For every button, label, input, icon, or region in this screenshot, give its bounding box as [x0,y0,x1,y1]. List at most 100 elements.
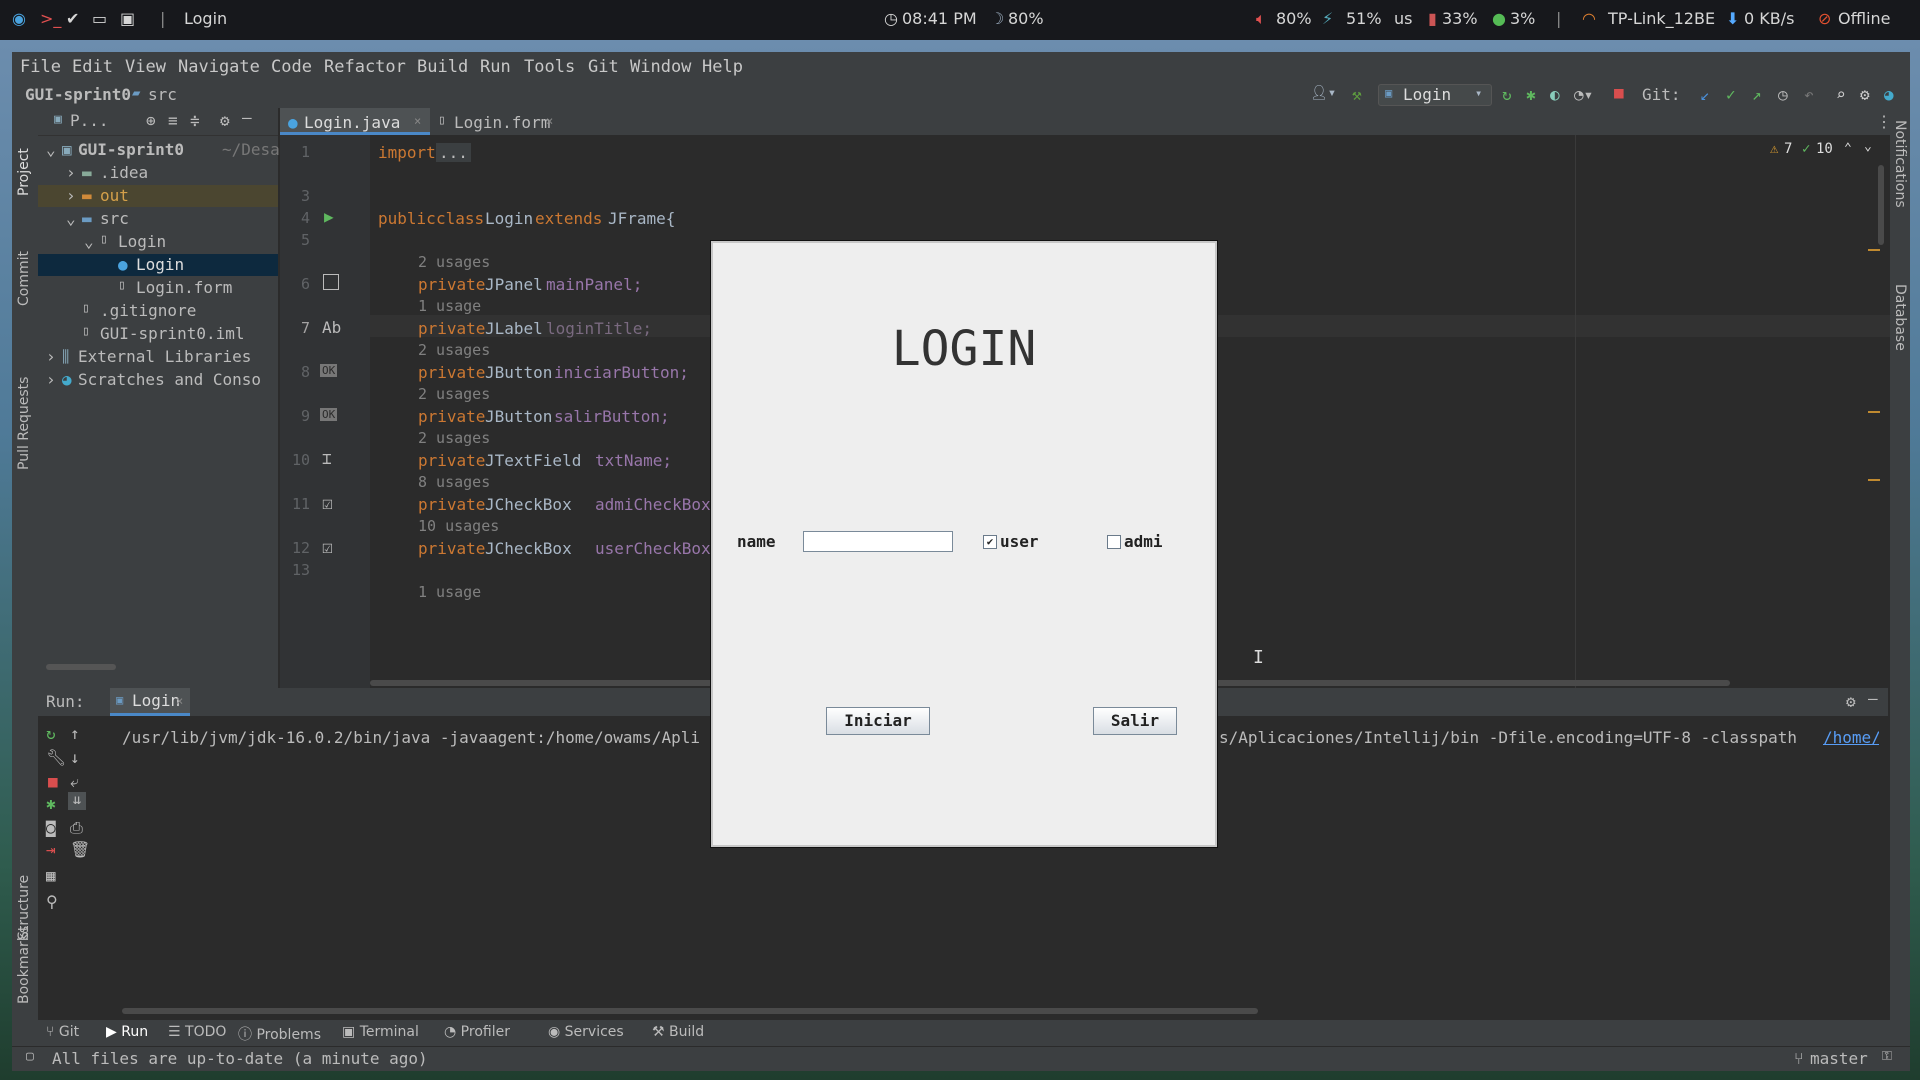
tool-tab-project[interactable]: Project [16,148,32,196]
button-icon[interactable]: OK [320,408,338,421]
history-icon[interactable]: ◷ [1778,85,1788,104]
user-checkbox-label[interactable]: user [1000,532,1039,551]
layout-icon[interactable]: ▦ [46,866,56,885]
minimize-icon[interactable]: — [242,108,252,127]
minimize-icon[interactable]: — [1868,689,1878,708]
tree-item-external-libraries[interactable]: External Libraries [78,347,251,366]
more-icon[interactable]: ⋮ [1876,112,1892,131]
admin-checkbox-label[interactable]: admi [1124,532,1163,551]
tool-tab-git[interactable]: ⑂ Git [46,1024,79,1040]
vertical-scrollbar[interactable] [1878,165,1884,245]
coverage-icon[interactable]: ◐ [1550,85,1560,104]
menu-navigate[interactable]: Navigate [178,57,260,77]
usages-hint[interactable]: 8 usages [418,473,490,491]
chevron-right-icon[interactable]: › [66,186,76,205]
menu-window[interactable]: Window [630,57,691,77]
code-import-fold[interactable]: ... [436,143,471,162]
profile-icon[interactable]: ◔▾ [1574,85,1593,104]
status-icon[interactable]: ▢ [26,1049,34,1064]
inspection-widget[interactable]: ⚠ 7 ✓ 10 ⌃ ⌄ [1770,139,1880,159]
rollback-icon[interactable]: ↶ [1804,85,1814,104]
expand-all-icon[interactable]: ≡ [168,111,178,130]
debug-icon[interactable]: ✱ [46,794,56,813]
print-icon[interactable]: ⎙ [70,818,83,838]
locate-icon[interactable]: ⊕ [146,111,156,130]
tool-tab-notifications[interactable]: Notifications [1892,120,1908,208]
chevron-up-icon[interactable]: ⌃ [1844,141,1852,156]
close-icon[interactable]: × [176,694,183,708]
tool-tab-build[interactable]: ⚒ Build [652,1024,704,1040]
window-icon[interactable]: ▣ [120,9,135,28]
scroll-to-end-icon[interactable]: ⇊ [68,792,86,810]
soft-wrap-icon[interactable]: ⤶ [70,772,79,792]
menu-help[interactable]: Help [702,57,743,77]
button-icon[interactable]: OK [320,364,338,377]
menu-tools[interactable]: Tools [524,57,575,77]
exit-icon[interactable]: ⇥ [46,840,56,859]
wifi-name[interactable]: TP-Link_12BE [1608,9,1715,28]
usages-hint[interactable]: 1 usage [418,583,481,601]
menu-git[interactable]: Git [588,57,619,77]
search-icon[interactable]: ⌕ [1836,85,1846,104]
console-scrollbar[interactable] [122,1008,1258,1014]
tree-item-login-package[interactable]: Login [118,232,166,251]
tool-tab-profiler[interactable]: ◔ Profiler [444,1024,510,1040]
tool-tab-commit[interactable]: Commit [16,251,32,306]
chevron-down-icon[interactable]: ⌄ [66,209,76,228]
tool-tab-problems[interactable]: ⓘ Problems [238,1024,321,1044]
run-config-selector[interactable]: ▣ Login ▾ [1378,84,1492,106]
menu-run[interactable]: Run [480,57,511,77]
tree-item-login-class[interactable]: Login [136,255,184,274]
check-icon[interactable]: ✔ [66,9,79,28]
chevron-down-icon[interactable]: ⌄ [1864,139,1872,154]
name-input[interactable] [803,531,953,552]
lock-icon[interactable]: ⚿ [1882,1049,1892,1064]
tool-tab-todo[interactable]: ☰ TODO [168,1024,226,1040]
start-button[interactable]: Iniciar [826,707,930,735]
label-icon[interactable]: Ab [322,318,341,337]
run-gutter-icon[interactable]: ▶ [324,207,334,226]
warning-stripe[interactable] [1868,479,1880,481]
keyboard-layout[interactable]: us [1394,9,1412,28]
collapse-all-icon[interactable]: ≑ [190,111,200,130]
checkbox-icon[interactable]: ☑ [322,493,333,514]
volume-icon[interactable]: 🔈︎ [1256,9,1266,29]
exit-button[interactable]: Salir [1093,707,1177,735]
usages-hint[interactable]: 2 usages [418,385,490,403]
ide-logo-icon[interactable]: ◕ [1884,85,1894,104]
tool-tab-run[interactable]: ▶ Run [106,1024,148,1040]
menu-view[interactable]: View [125,57,166,77]
stop-icon[interactable]: ■ [1614,83,1624,102]
arrow-up-icon[interactable]: ↑ [70,724,80,743]
tree-item-idea[interactable]: .idea [100,163,148,182]
wifi-icon[interactable]: ◠ [1582,9,1596,28]
chevron-down-icon[interactable]: ⌄ [46,140,56,159]
tree-item-out[interactable]: out [100,186,129,205]
stop-icon[interactable]: ■ [48,772,58,791]
tree-item-gitignore[interactable]: .gitignore [100,301,196,320]
panel-icon[interactable] [323,274,339,290]
usages-hint[interactable]: 1 usage [418,297,481,315]
warning-stripe[interactable] [1868,249,1880,251]
tree-item-src[interactable]: src [100,209,129,228]
gear-icon[interactable]: ⚙ [1846,692,1856,711]
tool-tab-pull-requests[interactable]: Pull Requests [16,377,32,470]
usages-hint[interactable]: 2 usages [418,429,490,447]
horizontal-scrollbar[interactable] [46,664,116,670]
tree-item-login-form[interactable]: Login.form [136,278,232,297]
tool-tab-database[interactable]: Database [1892,284,1908,351]
run-tab-login[interactable]: ▣ Login × [110,688,190,716]
tree-root[interactable]: GUI-sprint0 [78,140,184,159]
tool-tab-services[interactable]: ◉ Services [548,1024,624,1040]
distro-icon[interactable]: ◉ [12,9,26,28]
chevron-right-icon[interactable]: › [46,370,56,389]
git-update-icon[interactable]: ↙ [1700,85,1710,104]
menu-code[interactable]: Code [271,57,312,77]
debug-icon[interactable]: ✱ [1526,85,1536,104]
console-classpath-link[interactable]: /home/o [1823,728,1879,747]
warning-stripe[interactable] [1868,411,1880,413]
tool-tab-terminal[interactable]: ▣ Terminal [342,1024,419,1040]
clock[interactable]: 08:41 PM [902,9,977,28]
rerun-icon[interactable]: ↻ [1502,85,1512,104]
trash-icon[interactable]: 🗑︎ [70,840,90,859]
